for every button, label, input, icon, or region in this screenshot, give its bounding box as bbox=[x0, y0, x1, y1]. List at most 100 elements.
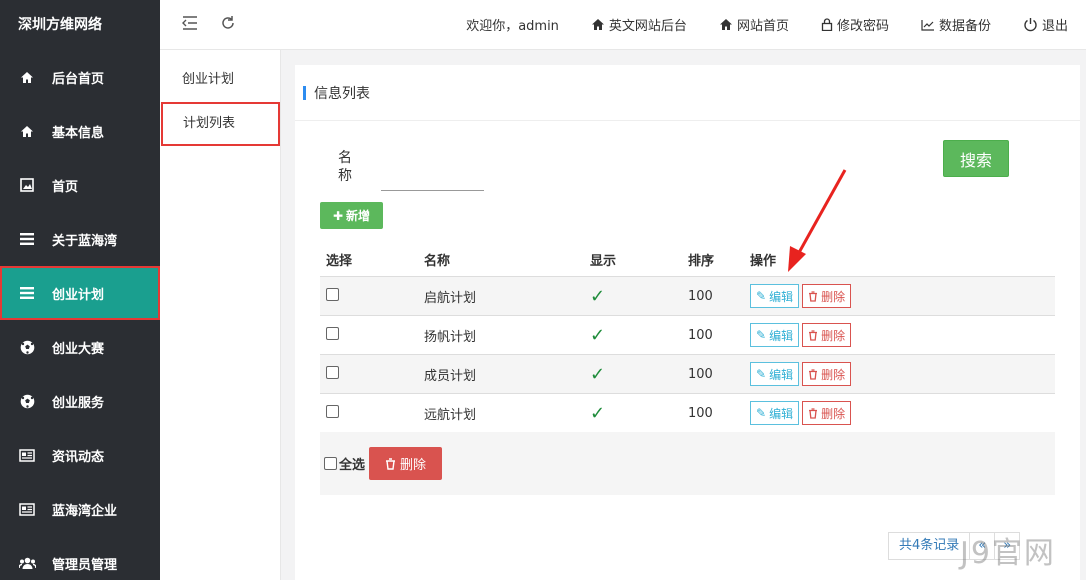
edit-label: 编辑 bbox=[769, 289, 794, 304]
refresh-icon[interactable] bbox=[220, 15, 236, 35]
trash-icon bbox=[808, 329, 818, 341]
list-icon bbox=[18, 231, 36, 247]
row-select-cell bbox=[320, 404, 418, 422]
sidebar-item-label: 创业服务 bbox=[52, 395, 105, 411]
trash-icon bbox=[808, 407, 818, 419]
delete-label: 删除 bbox=[821, 367, 846, 382]
select-all-checkbox[interactable]: 全选 bbox=[324, 454, 365, 473]
sidebar-item-6[interactable]: 创业服务 bbox=[0, 374, 160, 428]
delete-button[interactable]: 删除 bbox=[802, 284, 852, 308]
row-name: 启航计划 bbox=[424, 290, 477, 306]
bulk-delete-label: 删除 bbox=[400, 458, 427, 473]
row-name: 成员计划 bbox=[424, 368, 477, 384]
trash-icon bbox=[808, 368, 818, 380]
table-row: 成员计划 ✓ 100 ✎ 编辑 删除 bbox=[320, 355, 1055, 394]
top-link-1[interactable]: 网站首页 bbox=[719, 15, 789, 34]
table-row: 扬帆计划 ✓ 100 ✎ 编辑 删除 bbox=[320, 316, 1055, 355]
sidebar-item-0[interactable]: 后台首页 bbox=[0, 50, 160, 104]
info-list-panel: 信息列表 名称 搜索 ✚ 新增 选择 名称 显示 排序 操作 启航计划 ✓ 100 ✎… bbox=[295, 65, 1080, 580]
collapse-menu-icon[interactable] bbox=[182, 15, 198, 34]
select-all-label: 全选 bbox=[339, 458, 366, 473]
top-link-label: 网站首页 bbox=[736, 19, 789, 34]
table-row: 远航计划 ✓ 100 ✎ 编辑 删除 bbox=[320, 394, 1055, 433]
plus-icon: ✚ bbox=[332, 208, 344, 223]
row-select-cell bbox=[320, 365, 418, 383]
watermark: J9官网 bbox=[960, 536, 1056, 571]
pencil-icon: ✎ bbox=[756, 289, 767, 303]
delete-label: 删除 bbox=[821, 289, 846, 304]
panel-header: 信息列表 bbox=[295, 65, 1080, 121]
soccer-ball-icon bbox=[18, 339, 36, 355]
sidebar-item-9[interactable]: 管理员管理 bbox=[0, 536, 160, 580]
row-sort: 100 bbox=[688, 327, 713, 343]
row-display-cell: ✓ bbox=[584, 403, 682, 424]
top-link-2[interactable]: 修改密码 bbox=[821, 15, 889, 34]
row-display-cell: ✓ bbox=[584, 325, 682, 346]
add-button-label: 新增 bbox=[346, 209, 371, 223]
row-sort: 100 bbox=[688, 288, 713, 304]
header-display: 显示 bbox=[590, 253, 617, 269]
row-actions: ✎ 编辑 删除 bbox=[744, 323, 852, 347]
delete-button[interactable]: 删除 bbox=[802, 323, 852, 347]
submenu-item-plan[interactable]: 创业计划 bbox=[160, 58, 280, 102]
row-checkbox[interactable] bbox=[326, 326, 339, 340]
sidebar-item-8[interactable]: 蓝海湾企业 bbox=[0, 482, 160, 536]
sidebar-item-label: 基本信息 bbox=[52, 125, 105, 141]
top-link-3[interactable]: 数据备份 bbox=[921, 15, 991, 34]
users-icon bbox=[18, 555, 36, 571]
search-button[interactable]: 搜索 bbox=[943, 140, 1009, 177]
sidebar-item-1[interactable]: 基本信息 bbox=[0, 104, 160, 158]
home-icon bbox=[18, 69, 36, 85]
edit-button[interactable]: ✎ 编辑 bbox=[750, 401, 800, 425]
trash-icon bbox=[808, 290, 818, 302]
top-link-0[interactable]: 英文网站后台 bbox=[591, 15, 687, 34]
panel-title: 信息列表 bbox=[314, 85, 370, 102]
brand-logo-text: 深圳方维网络 bbox=[18, 17, 102, 33]
table-row: 启航计划 ✓ 100 ✎ 编辑 删除 bbox=[320, 277, 1055, 316]
sidebar-item-label: 创业大赛 bbox=[52, 341, 105, 357]
top-link-label: 数据备份 bbox=[938, 19, 991, 34]
delete-label: 删除 bbox=[821, 406, 846, 421]
edit-button[interactable]: ✎ 编辑 bbox=[750, 362, 800, 386]
search-input[interactable] bbox=[381, 165, 484, 191]
bulk-delete-button[interactable]: 删除 bbox=[369, 447, 443, 480]
sidebar-item-7[interactable]: 资讯动态 bbox=[0, 428, 160, 482]
edit-label: 编辑 bbox=[769, 328, 794, 343]
row-name: 远航计划 bbox=[424, 407, 477, 423]
sidebar-item-label: 后台首页 bbox=[52, 71, 105, 87]
newspaper-icon bbox=[18, 447, 36, 463]
image-icon bbox=[18, 177, 36, 193]
delete-button[interactable]: 删除 bbox=[802, 401, 852, 425]
row-checkbox[interactable] bbox=[326, 365, 339, 379]
newspaper-icon bbox=[18, 501, 36, 517]
top-link-4[interactable]: 退出 bbox=[1023, 15, 1068, 34]
sidebar-item-4[interactable]: 创业计划 bbox=[0, 266, 160, 320]
lock-icon bbox=[821, 18, 833, 31]
sidebar-item-2[interactable]: 首页 bbox=[0, 158, 160, 212]
top-link-label: 英文网站后台 bbox=[608, 19, 687, 34]
checkmark-icon: ✓ bbox=[590, 363, 606, 385]
edit-button[interactable]: ✎ 编辑 bbox=[750, 284, 800, 308]
checkmark-icon: ✓ bbox=[590, 285, 606, 307]
row-checkbox[interactable] bbox=[326, 287, 339, 301]
row-sort: 100 bbox=[688, 405, 713, 421]
sidebar-item-3[interactable]: 关于蓝海湾 bbox=[0, 212, 160, 266]
sidebar-item-5[interactable]: 创业大赛 bbox=[0, 320, 160, 374]
delete-button[interactable]: 删除 bbox=[802, 362, 852, 386]
top-links-group: 英文网站后台 网站首页 修改密码 数据备份 退出 bbox=[559, 15, 1068, 34]
record-count: 共4条记录 bbox=[888, 532, 971, 560]
select-all-box[interactable] bbox=[324, 457, 337, 470]
sidebar-item-label: 管理员管理 bbox=[52, 557, 118, 573]
checkmark-icon: ✓ bbox=[590, 324, 606, 346]
edit-button[interactable]: ✎ 编辑 bbox=[750, 323, 800, 347]
add-button[interactable]: ✚ 新增 bbox=[320, 202, 383, 229]
submenu-item-plan-list[interactable]: 计划列表 bbox=[161, 102, 280, 146]
row-checkbox[interactable] bbox=[326, 404, 339, 418]
sidebar-nav: 后台首页基本信息首页 关于蓝海湾 创业计划创业大赛创业服务资讯动态 蓝海湾企业管理员管… bbox=[0, 50, 160, 580]
top-bar-tools bbox=[160, 15, 236, 35]
header-select: 选择 bbox=[326, 253, 353, 269]
home-icon bbox=[18, 123, 36, 139]
row-actions: ✎ 编辑 删除 bbox=[744, 284, 852, 308]
row-select-cell bbox=[320, 326, 418, 344]
submenu: 创业计划 计划列表 bbox=[160, 50, 281, 580]
